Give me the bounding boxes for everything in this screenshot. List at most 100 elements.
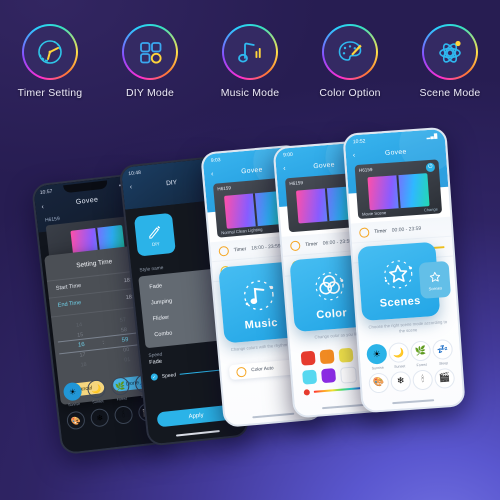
home-indicator xyxy=(392,398,435,405)
timer-value: 06:00 - 23:59 xyxy=(322,238,353,247)
minute-option[interactable]: 01 xyxy=(124,356,131,365)
scene-sleep[interactable]: 💤 Sleep xyxy=(431,338,455,366)
start-time-label: Start Time xyxy=(55,282,82,292)
diy-tile[interactable]: DIY xyxy=(133,212,176,257)
power-icon[interactable]: ⏻ xyxy=(425,162,436,173)
timer-icon xyxy=(289,240,301,252)
scene-sunrise[interactable]: ☀ Sunrise xyxy=(62,381,85,408)
swatch-red[interactable] xyxy=(300,350,316,366)
snow-icon: ❄ xyxy=(89,407,110,428)
card-change-link[interactable]: Change xyxy=(424,206,438,212)
phone-scene-mode: 10:52 ▂▄█ ‹ Govee H6159 ⏻ Movie Scene Ch… xyxy=(342,126,466,414)
scene-extra-3[interactable]: 🕯 xyxy=(113,405,135,425)
swatch-purple[interactable] xyxy=(321,368,337,384)
scene-label: Sleep xyxy=(438,360,449,366)
status-time: 9:00 xyxy=(282,151,294,159)
scene-extra-1[interactable]: 🎨 xyxy=(65,410,87,431)
feature-diy-mode: DIY Mode xyxy=(104,24,196,99)
scenes-tile-label: Scenes xyxy=(379,294,422,310)
minute-option[interactable]: 00 xyxy=(123,346,130,355)
timer-icon xyxy=(358,227,370,239)
color-option-badge xyxy=(322,24,378,80)
music-note-icon xyxy=(238,42,261,63)
check-icon[interactable]: ✓ xyxy=(150,373,159,381)
feature-label: Timer Setting xyxy=(17,87,83,99)
scene-row-1: ☀ Sunrise 🌙 Sunset 🌿 Forest 💤 Sleep xyxy=(365,338,455,371)
scenes-side-tile[interactable]: Scenes xyxy=(418,260,451,299)
atom-icon xyxy=(439,40,461,63)
star-icon xyxy=(429,271,440,282)
timer-label: Timer xyxy=(305,241,319,249)
feature-strip: Timer Setting DIY Mode Music Mode Color … xyxy=(0,24,500,116)
scene-grid: ☀ Sunrise 🌙 Sunset 🌿 Forest 💤 Sleep 🎨 ❄ … xyxy=(365,338,456,397)
scene-sunset[interactable]: 🌙 Sunset xyxy=(387,341,411,369)
color-auto-icon xyxy=(235,366,247,378)
movie-icon: 🎬 xyxy=(433,367,456,389)
snow-icon: ❄ xyxy=(390,370,412,392)
hour-option[interactable]: 18 xyxy=(80,361,87,370)
rainbow-icon: 🎨 xyxy=(65,410,86,431)
feature-color-option: Color Option xyxy=(304,24,396,99)
hour-option[interactable]: 14 xyxy=(76,321,83,330)
sunset-icon: 🌙 xyxy=(86,378,107,399)
scene-mode-badge xyxy=(422,24,478,80)
swatch-empty-1[interactable] xyxy=(339,366,358,384)
candle-icon: 🕯 xyxy=(113,405,134,425)
device-name: H6159 xyxy=(289,180,304,187)
minute-option[interactable]: 57 xyxy=(119,316,127,325)
color-tile-label: Color xyxy=(315,306,348,321)
grid-squares-icon xyxy=(140,42,162,64)
sunset-icon: 🌙 xyxy=(388,341,410,364)
forest-icon: 🌿 xyxy=(410,340,432,362)
diy-mode-badge xyxy=(122,24,178,80)
device-name: H6159 xyxy=(358,166,373,173)
music-mode-badge xyxy=(222,24,278,80)
scene-candle[interactable]: 🕯 xyxy=(411,368,434,391)
scene-forest[interactable]: 🌿 Forest xyxy=(409,340,433,367)
scene-row-2: 🎨 ❄ 🕯 🎬 xyxy=(367,367,456,394)
scene-rainbow[interactable]: 🎨 xyxy=(367,371,390,394)
device-card: H6159 ⏻ Movie Scene Change xyxy=(354,159,443,220)
feature-timer-setting: Timer Setting xyxy=(4,24,96,99)
hour-option[interactable]: 17 xyxy=(79,351,86,360)
swatch-yellow[interactable] xyxy=(338,347,354,363)
timer-setting-badge xyxy=(22,24,78,80)
scene-label: Sunrise xyxy=(371,365,384,370)
gradient-knob[interactable] xyxy=(303,389,311,396)
swatch-cyan[interactable] xyxy=(302,369,318,385)
scene-snow[interactable]: ❄ xyxy=(389,370,412,392)
clock-icon xyxy=(38,40,62,64)
sunrise-icon: ☀ xyxy=(366,343,388,365)
status-time: 9:03 xyxy=(210,157,221,164)
scene-forest[interactable]: 🌿 Forest xyxy=(109,376,132,402)
home-indicator xyxy=(321,403,365,410)
poster-background: Timer Setting DIY Mode Music Mode Color … xyxy=(0,0,500,500)
color-auto-label: Color Auto xyxy=(251,366,274,374)
scene-movie[interactable]: 🎬 xyxy=(433,367,456,389)
status-time: 10:52 xyxy=(352,138,366,146)
phone5-screen: 10:52 ▂▄█ ‹ Govee H6159 ⏻ Movie Scene Ch… xyxy=(344,128,464,412)
star-orbit-icon xyxy=(384,259,413,288)
end-time-label: End Time xyxy=(57,300,82,309)
home-indicator xyxy=(175,429,220,437)
home-indicator xyxy=(252,412,295,419)
scene-sunrise[interactable]: ☀ Sunrise xyxy=(365,343,389,370)
scene-label: Forest xyxy=(416,362,427,367)
timer-label: Timer xyxy=(233,246,247,254)
scene-extra-2[interactable]: ❄ xyxy=(89,407,111,428)
device-name: H6159 xyxy=(217,185,232,192)
music-note-icon xyxy=(243,279,274,310)
feature-label: Scene Mode xyxy=(419,87,481,99)
timer-label: Timer xyxy=(374,228,388,235)
feature-scene-mode: Scene Mode xyxy=(404,24,496,99)
feature-music-mode: Music Mode xyxy=(204,24,296,99)
color-circles-icon xyxy=(315,271,344,300)
swatch-orange[interactable] xyxy=(319,349,335,365)
scene-sunset[interactable]: 🌙 Sunset xyxy=(85,378,108,405)
rainbow-icon: 🎨 xyxy=(368,371,390,394)
sunrise-icon: ☀ xyxy=(62,381,83,402)
sleep-icon: 💤 xyxy=(431,338,454,361)
side-tile-label: Scenes xyxy=(428,284,443,291)
scene-label: Sunset xyxy=(393,363,406,369)
diy-tile-label: DIY xyxy=(151,240,160,247)
